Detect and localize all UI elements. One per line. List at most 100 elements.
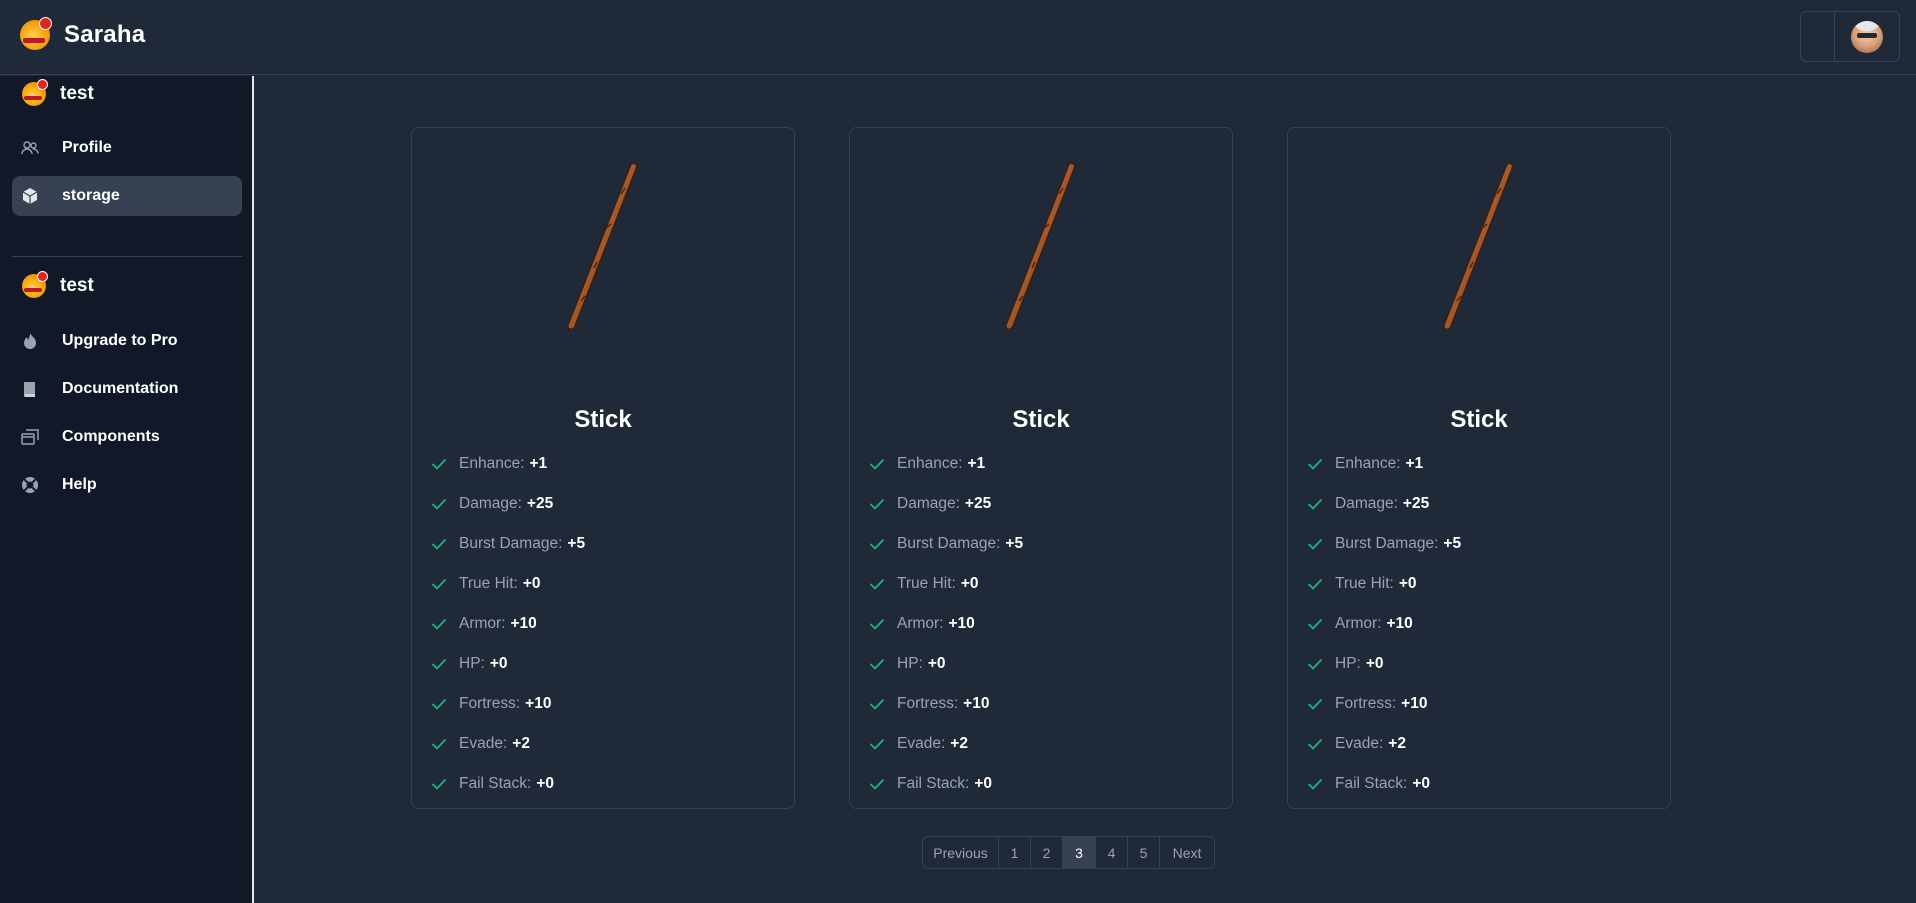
pagination-page-5[interactable]: 5 [1128, 837, 1160, 868]
stat-row: Fortress: +10 [1307, 684, 1461, 724]
stat-label: Burst Damage: [459, 535, 563, 552]
stat-value: +10 [510, 615, 537, 632]
sidebar-item-profile[interactable]: Profile [12, 128, 242, 168]
stat-label: Burst Damage: [1335, 535, 1439, 552]
stat-value: +2 [950, 735, 968, 752]
sidebar-item-label: Components [62, 428, 160, 445]
pagination: Previous 1 2 3 4 5 Next [922, 836, 1215, 869]
stat-value: +2 [1388, 735, 1406, 752]
stat-value: +10 [1401, 695, 1428, 712]
check-icon [869, 456, 885, 472]
item-card[interactable]: Stick Enhance: +1 Damage: +25 Burst Damage: +5… [411, 127, 795, 809]
pagination-previous-button[interactable]: Previous [923, 837, 999, 868]
stat-label: Enhance: [897, 455, 963, 472]
check-icon [431, 696, 447, 712]
sidebar-item-help[interactable]: Help [12, 465, 242, 505]
stat-row: Evade: +2 [869, 724, 1023, 764]
stat-row: HP: +0 [1307, 644, 1461, 684]
top-actions [1800, 11, 1900, 62]
stat-row: Armor: +10 [1307, 604, 1461, 644]
stat-row: Evade: +2 [1307, 724, 1461, 764]
sidebar-divider [12, 256, 242, 257]
stat-row: Damage: +25 [431, 484, 585, 524]
stat-row: Enhance: +1 [431, 444, 585, 484]
sidebar-item-documentation[interactable]: Documentation [12, 369, 242, 409]
section-logo-icon [22, 271, 48, 298]
stat-value: +10 [963, 695, 990, 712]
sidebar-item-label: Help [62, 476, 97, 493]
sidebar-item-label: Documentation [62, 380, 179, 397]
stat-value: +5 [1443, 535, 1462, 552]
stat-value: +25 [964, 495, 992, 512]
item-name: Stick [1012, 406, 1070, 433]
check-icon [869, 776, 885, 792]
stat-value: +0 [927, 655, 946, 672]
stat-row: Enhance: +1 [869, 444, 1023, 484]
stat-row: Burst Damage: +5 [431, 524, 585, 564]
sidebar-section-label: test [60, 275, 94, 296]
user-menu-button[interactable] [1835, 12, 1899, 61]
lifebuoy-icon [20, 475, 40, 495]
brand[interactable]: Saraha [20, 17, 145, 50]
sidebar-item-upgrade[interactable]: Upgrade to Pro [12, 321, 242, 361]
check-icon [869, 616, 885, 632]
stat-value: +5 [567, 535, 586, 552]
stat-value: +0 [1398, 575, 1417, 592]
brand-logo-icon [20, 17, 52, 50]
stat-label: Enhance: [459, 455, 525, 472]
stat-row: True Hit: +0 [1307, 564, 1461, 604]
check-icon [869, 576, 885, 592]
stat-label: True Hit: [459, 575, 518, 592]
check-icon [431, 456, 447, 472]
stat-row: Armor: +10 [869, 604, 1023, 644]
stick-icon [527, 158, 677, 338]
pagination-page-4[interactable]: 4 [1096, 837, 1128, 868]
stat-row: Fail Stack: +0 [431, 764, 585, 804]
stat-value: +1 [529, 455, 548, 472]
stat-label: HP: [897, 655, 923, 672]
pagination-page-2[interactable]: 2 [1031, 837, 1063, 868]
check-icon [431, 536, 447, 552]
stat-row: Damage: +25 [1307, 484, 1461, 524]
sidebar: test Profile storage test Upgrade to Pro… [0, 76, 254, 903]
check-icon [431, 776, 447, 792]
check-icon [869, 656, 885, 672]
item-stats-list: Enhance: +1 Damage: +25 Burst Damage: +5 True … [1307, 444, 1461, 804]
check-icon [431, 496, 447, 512]
pagination-page-1[interactable]: 1 [999, 837, 1031, 868]
stat-label: Fail Stack: [897, 775, 970, 792]
stat-row: True Hit: +0 [869, 564, 1023, 604]
stat-row: Enhance: +1 [1307, 444, 1461, 484]
check-icon [1307, 696, 1323, 712]
pagination-next-button[interactable]: Next [1160, 837, 1214, 868]
stat-label: Armor: [897, 615, 944, 632]
stat-value: +25 [1402, 495, 1430, 512]
item-stats-list: Enhance: +1 Damage: +25 Burst Damage: +5 True … [869, 444, 1023, 804]
stat-value: +25 [526, 495, 554, 512]
sidebar-item-components[interactable]: Components [12, 417, 242, 457]
sidebar-item-label: storage [62, 187, 120, 204]
users-icon [20, 138, 40, 158]
item-card[interactable]: Stick Enhance: +1 Damage: +25 Burst Damage: +5… [1287, 127, 1671, 809]
check-icon [1307, 776, 1323, 792]
sidebar-item-label: Profile [62, 139, 112, 156]
stat-label: Damage: [459, 495, 522, 512]
top-bar: Saraha [0, 0, 1916, 75]
check-icon [869, 696, 885, 712]
sidebar-section-title: test [22, 271, 94, 298]
sidebar-item-storage[interactable]: storage [12, 176, 242, 216]
sidebar-item-label: Upgrade to Pro [62, 332, 178, 349]
stat-value: +0 [1412, 775, 1431, 792]
pagination-page-3[interactable]: 3 [1063, 837, 1096, 868]
stat-label: True Hit: [897, 575, 956, 592]
stat-row: Evade: +2 [431, 724, 585, 764]
top-action-button[interactable] [1801, 12, 1835, 61]
item-stats-list: Enhance: +1 Damage: +25 Burst Damage: +5 True … [431, 444, 585, 804]
item-card[interactable]: Stick Enhance: +1 Damage: +25 Burst Damage: +5… [849, 127, 1233, 809]
stat-label: Armor: [459, 615, 506, 632]
stat-row: Armor: +10 [431, 604, 585, 644]
stat-label: Fortress: [897, 695, 959, 712]
avatar [1851, 20, 1883, 53]
stat-label: Evade: [1335, 735, 1384, 752]
check-icon [869, 496, 885, 512]
